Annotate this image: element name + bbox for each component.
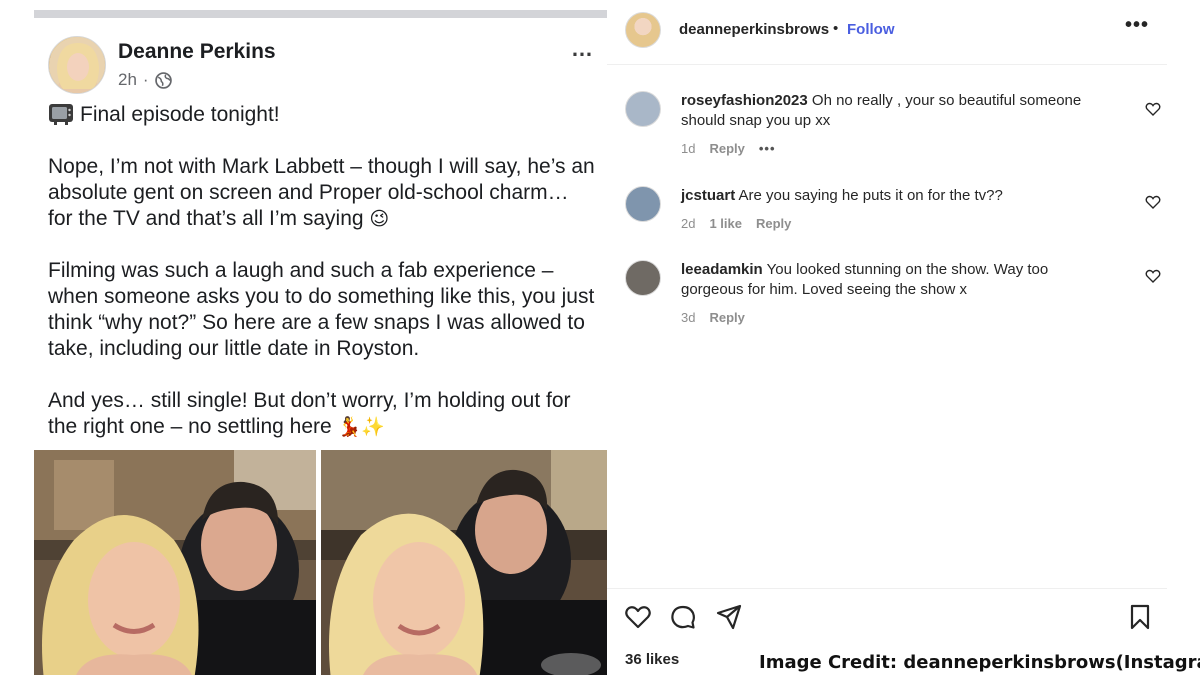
follow-button[interactable]: Follow (847, 21, 895, 38)
heart-icon[interactable] (1145, 194, 1161, 210)
wink-emoji: 😉 (369, 208, 390, 230)
header-more-icon[interactable]: ••• (1125, 14, 1149, 37)
post-paragraph: Final episode tonight! (48, 102, 598, 128)
facebook-post: Deanne Perkins 2h · … Final episode toni… (34, 10, 607, 675)
commenter-avatar[interactable] (625, 260, 661, 296)
comment-text: Are you saying he puts it on for the tv?… (738, 187, 1003, 204)
tv-icon (49, 104, 73, 125)
share-icon[interactable] (715, 603, 743, 631)
like-heart-icon[interactable] (624, 603, 652, 631)
comment-meta: 3d Reply (681, 310, 759, 325)
comment-likes[interactable]: 1 like (709, 216, 742, 231)
heart-icon[interactable] (1145, 101, 1161, 117)
post-photo[interactable] (321, 450, 607, 675)
author-name[interactable]: Deanne Perkins (118, 40, 276, 64)
post-time[interactable]: 2h (118, 70, 137, 90)
post-more-icon[interactable]: … (571, 36, 594, 62)
instagram-header: deanneperkinsbrows • Follow ••• (607, 0, 1167, 65)
author-avatar[interactable] (48, 36, 106, 94)
post-top-bar (34, 10, 607, 18)
post-photos (34, 450, 607, 675)
comment-body: leeadamkin You looked stunning on the sh… (681, 260, 1101, 300)
reply-button[interactable]: Reply (709, 310, 744, 325)
comment-time: 1d (681, 141, 696, 156)
post-body: Final episode tonight! Nope, I’m not wit… (48, 102, 598, 466)
reply-button[interactable]: Reply (709, 141, 744, 156)
post-header: Deanne Perkins 2h · … (48, 36, 598, 96)
instagram-panel: deanneperkinsbrows • Follow ••• roseyfas… (607, 0, 1200, 675)
post-paragraph: Filming was such a laugh and such a fab … (48, 258, 598, 362)
commenter-avatar[interactable] (625, 186, 661, 222)
comment-body: roseyfashion2023 Oh no really , your so … (681, 91, 1101, 131)
heart-icon[interactable] (1145, 268, 1161, 284)
comment-time: 3d (681, 310, 696, 325)
bookmark-icon[interactable] (1126, 603, 1154, 631)
likes-count[interactable]: 36 likes (625, 651, 679, 668)
post-paragraph: And yes… still single! But don’t worry, … (48, 388, 598, 440)
comment-meta: 2d 1 like Reply (681, 216, 805, 231)
commenter-username[interactable]: leeadamkin (681, 261, 763, 278)
paragraph-text: Nope, I’m not with Mark Labbett – though… (48, 155, 595, 230)
comment-meta: 1d Reply ••• (681, 141, 790, 156)
image-credit: Image Credit: deanneperkinsbrows(Instagr… (759, 652, 1200, 673)
commenter-avatar[interactable] (625, 91, 661, 127)
commenter-username[interactable]: jcstuart (681, 187, 735, 204)
comment-icon[interactable] (669, 603, 697, 631)
profile-username[interactable]: deanneperkinsbrows (679, 21, 829, 38)
comment-body: jcstuart Are you saying he puts it on fo… (681, 186, 1101, 206)
post-paragraph: Nope, I’m not with Mark Labbett – though… (48, 154, 598, 232)
comment-more-icon[interactable]: ••• (759, 141, 776, 156)
paragraph-text: And yes… still single! But don’t worry, … (48, 389, 571, 438)
actions-divider (607, 588, 1167, 589)
commenter-username[interactable]: roseyfashion2023 (681, 92, 808, 109)
dancer-sparkles-emoji: 💃✨ (337, 416, 385, 438)
paragraph-text: Filming was such a laugh and such a fab … (48, 259, 595, 360)
comment-time: 2d (681, 216, 696, 231)
globe-icon[interactable] (154, 71, 172, 89)
header-dot: • (833, 20, 839, 37)
paragraph-text: Final episode tonight! (80, 103, 280, 126)
reply-button[interactable]: Reply (756, 216, 791, 231)
post-photo[interactable] (34, 450, 316, 675)
profile-avatar[interactable] (625, 12, 661, 48)
post-meta: 2h · (118, 70, 172, 90)
meta-separator: · (142, 70, 149, 89)
